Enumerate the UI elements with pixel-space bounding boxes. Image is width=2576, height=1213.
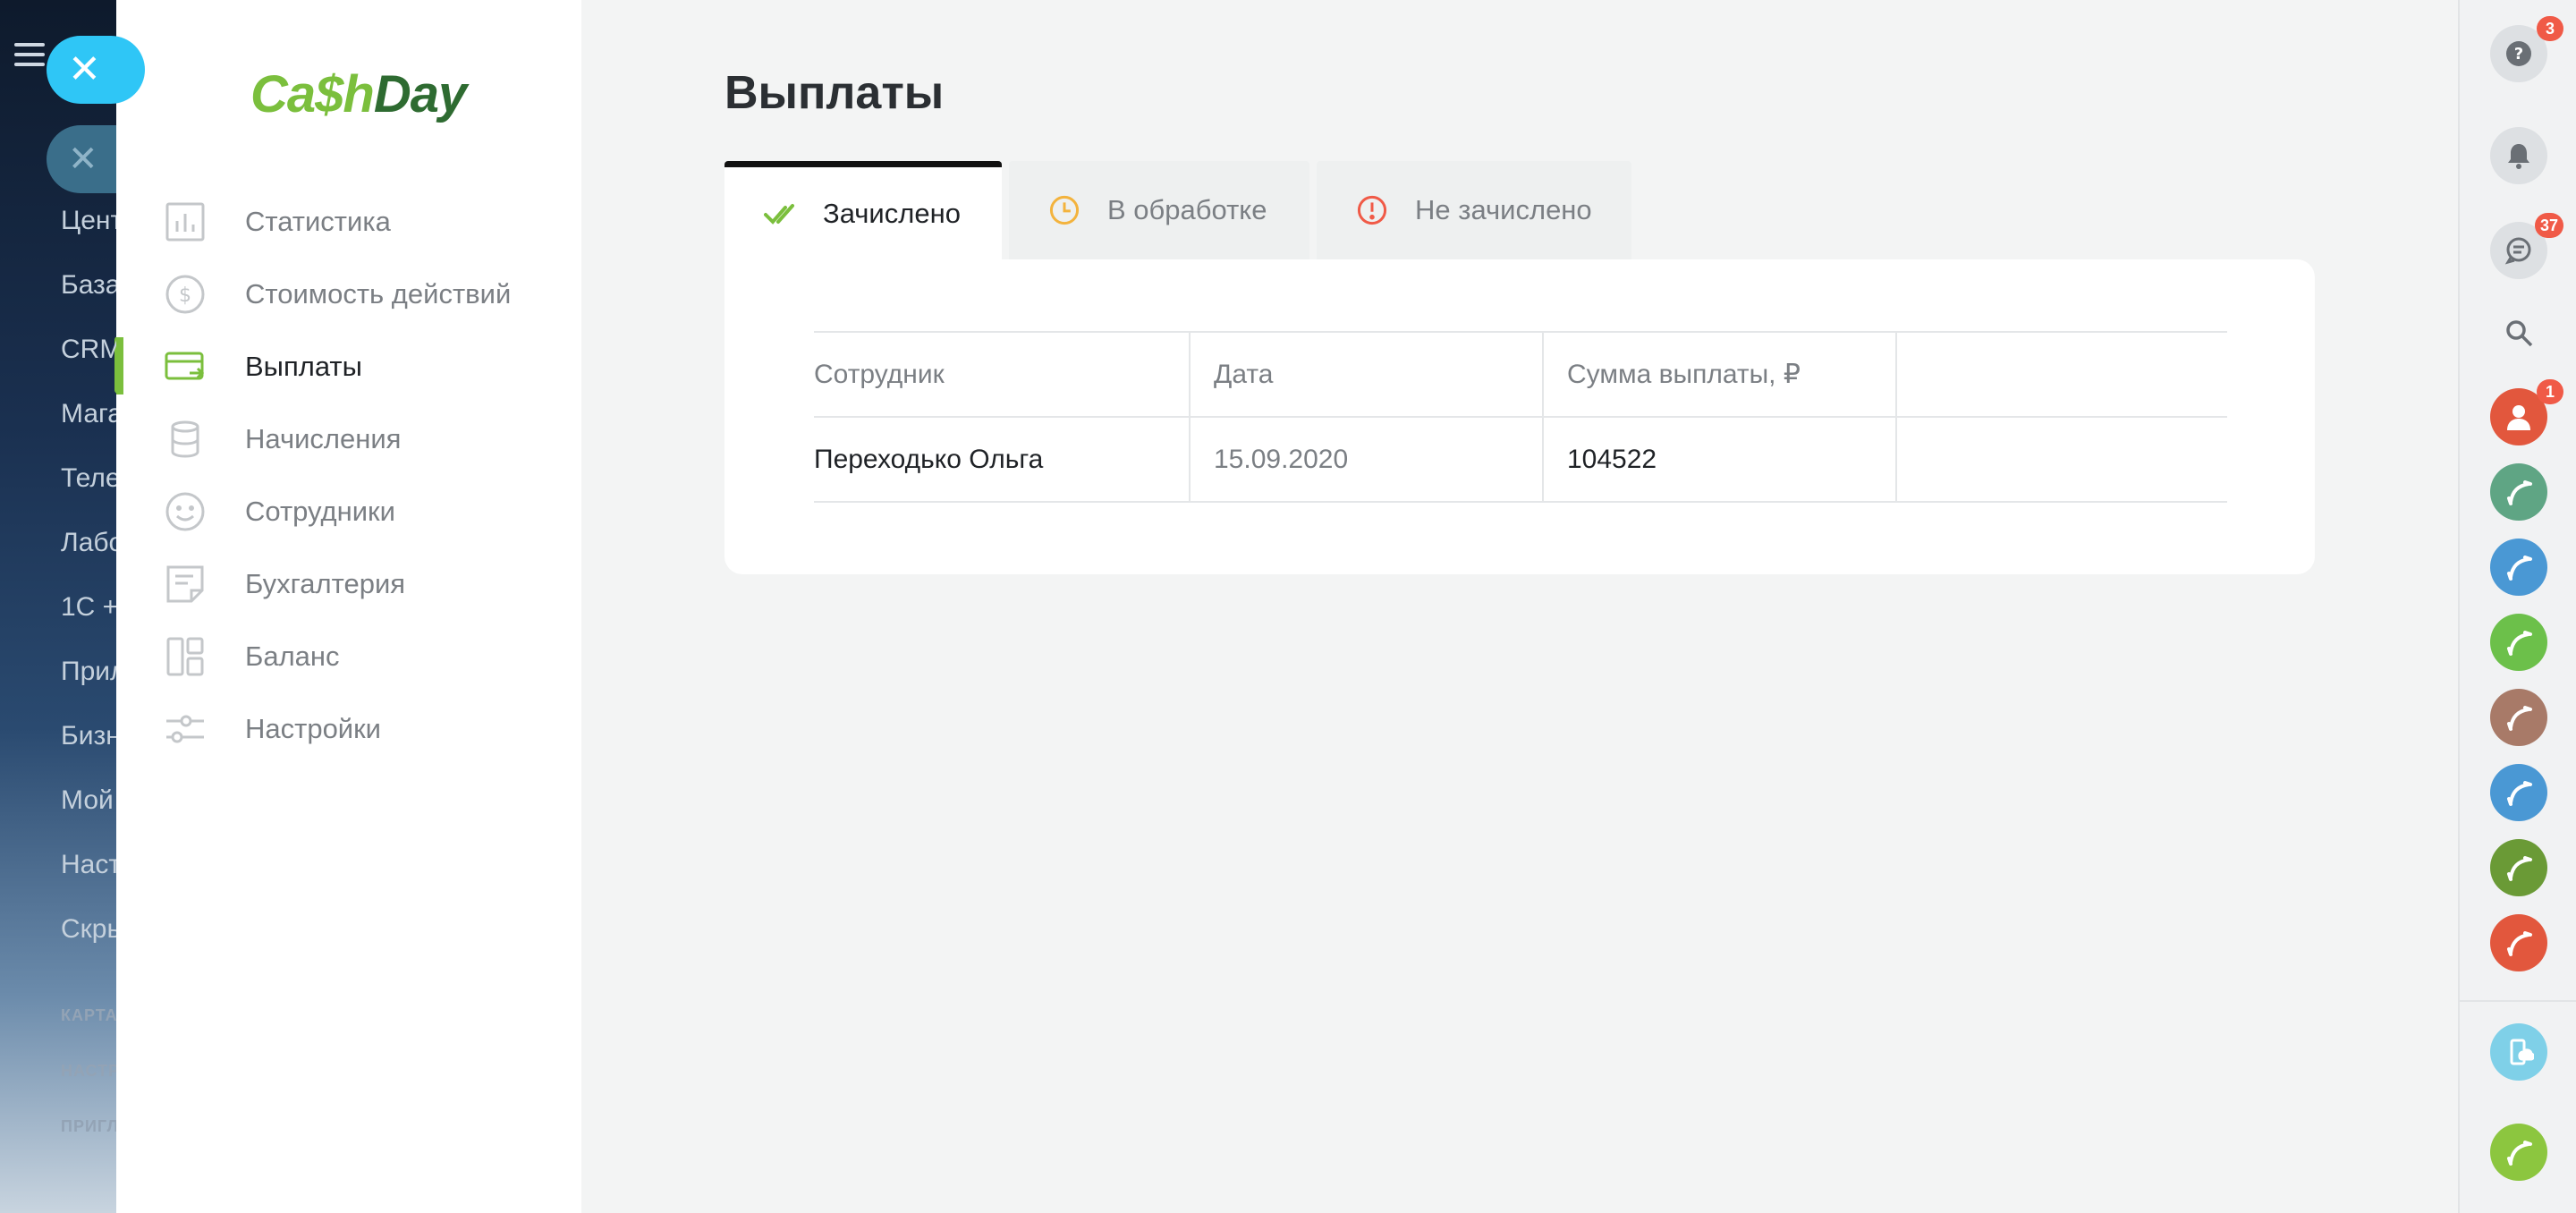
sidebar-item-label: Бухгалтерия bbox=[245, 567, 406, 599]
phone-icon bbox=[2507, 856, 2532, 881]
sidebar-item-settings[interactable]: Настройки bbox=[116, 692, 581, 765]
database-icon bbox=[165, 419, 206, 460]
alert-circle-icon bbox=[1356, 191, 1394, 229]
payouts-table: Сотрудник Дата Сумма выплаты, ₽ Переходь… bbox=[814, 331, 2227, 503]
call-contact[interactable] bbox=[2490, 463, 2547, 521]
sidebar-item-label: Стоимость действий bbox=[245, 277, 512, 310]
sidebar-item-balance[interactable]: Баланс bbox=[116, 620, 581, 692]
sidebar-item-label: Выплаты bbox=[245, 350, 362, 382]
phone-icon bbox=[2507, 556, 2532, 581]
tab-credited[interactable]: Зачислено bbox=[724, 161, 1002, 259]
contact-avatar[interactable]: 1 bbox=[2490, 379, 2563, 445]
call-contact[interactable] bbox=[2490, 914, 2547, 971]
sidebar-item-label: Баланс bbox=[245, 640, 340, 672]
call-contact[interactable] bbox=[2490, 539, 2547, 596]
layout-icon bbox=[165, 636, 206, 677]
call-button[interactable] bbox=[2490, 1124, 2547, 1181]
phone-icon bbox=[2507, 781, 2532, 806]
sidebar-item-label: Статистика bbox=[245, 205, 391, 237]
background-left-menu: ✕ Цент База CRM Мага Теле Лабо 1С + Прил… bbox=[0, 0, 125, 1213]
sidebar-item-payouts[interactable]: Выплаты bbox=[116, 330, 581, 403]
bar-chart-icon bbox=[165, 201, 206, 242]
sidebar-item-statistics[interactable]: Статистика bbox=[116, 185, 581, 258]
document-icon bbox=[165, 564, 206, 605]
sidebar-item-label: Настройки bbox=[245, 712, 382, 744]
chat-icon bbox=[2504, 237, 2531, 265]
cell-extra bbox=[1895, 416, 2227, 503]
table-row[interactable]: Переходько Ольга 15.09.2020 104522 bbox=[814, 416, 2227, 503]
phone-icon bbox=[2507, 480, 2532, 505]
payouts-card: Сотрудник Дата Сумма выплаты, ₽ Переходь… bbox=[724, 259, 2315, 574]
call-contact[interactable] bbox=[2490, 764, 2547, 821]
contact-badge: 1 bbox=[2537, 379, 2563, 404]
svg-text:$: $ bbox=[179, 284, 191, 307]
tab-label: Зачислено bbox=[823, 197, 961, 229]
background-close-icon: ✕ bbox=[68, 140, 98, 179]
cell-date: 15.09.2020 bbox=[1189, 416, 1543, 503]
mobile-sync-button[interactable] bbox=[2490, 1023, 2547, 1081]
help-button[interactable]: ? 3 bbox=[2490, 16, 2563, 82]
cashday-logo[interactable]: Ca$hDay bbox=[250, 64, 467, 124]
cell-employee: Переходько Ольга bbox=[814, 416, 1190, 503]
sidebar-menu: Статистика $ Стоимость действий Выплаты … bbox=[116, 185, 581, 765]
tab-label: В обработке bbox=[1107, 194, 1267, 225]
sliders-icon bbox=[165, 708, 206, 750]
column-amount[interactable]: Сумма выплаты, ₽ bbox=[1542, 331, 1896, 418]
sidebar-item-accruals[interactable]: Начисления bbox=[116, 403, 581, 475]
bell-icon bbox=[2508, 144, 2529, 169]
smile-icon bbox=[165, 491, 206, 532]
tab-not-credited[interactable]: Не зачислено bbox=[1317, 161, 1631, 259]
sidebar-item-accounting[interactable]: Бухгалтерия bbox=[116, 547, 581, 620]
rail-separator bbox=[2460, 1000, 2576, 1002]
phone-cloud-icon bbox=[2510, 1039, 2534, 1065]
close-icon: ✕ bbox=[68, 47, 101, 91]
cell-amount: 104522 bbox=[1542, 416, 1896, 503]
tab-processing[interactable]: В обработке bbox=[1009, 161, 1309, 259]
notifications-button[interactable] bbox=[2490, 127, 2547, 184]
sidebar-item-label: Сотрудники bbox=[245, 495, 395, 527]
sidebar-item-employees[interactable]: Сотрудники bbox=[116, 475, 581, 547]
table-header-row: Сотрудник Дата Сумма выплаты, ₽ bbox=[814, 331, 2227, 418]
sidebar-item-label: Начисления bbox=[245, 422, 402, 454]
column-extra bbox=[1895, 331, 2227, 418]
phone-icon bbox=[2507, 931, 2532, 956]
column-employee[interactable]: Сотрудник bbox=[814, 331, 1190, 418]
hamburger-menu-icon[interactable] bbox=[14, 43, 45, 66]
call-contact[interactable] bbox=[2490, 614, 2547, 671]
chats-button[interactable]: 37 bbox=[2490, 213, 2563, 279]
phone-icon bbox=[2507, 706, 2532, 731]
payout-status-tabs: Зачислено В обработке Не зачислено bbox=[724, 161, 1639, 259]
clock-icon bbox=[1048, 191, 1086, 229]
tab-label: Не зачислено bbox=[1415, 194, 1592, 225]
double-check-icon bbox=[764, 195, 801, 233]
help-icon: ? bbox=[2506, 41, 2531, 66]
right-rail: ? 3 37 1 bbox=[2458, 0, 2576, 1213]
svg-text:?: ? bbox=[2514, 45, 2523, 64]
call-contact[interactable] bbox=[2490, 839, 2547, 896]
search-button[interactable] bbox=[2490, 304, 2547, 361]
card-transfer-icon bbox=[165, 346, 206, 387]
phone-icon bbox=[2507, 631, 2532, 656]
close-slider-button[interactable]: ✕ bbox=[47, 36, 145, 104]
user-icon bbox=[2507, 405, 2530, 430]
sidebar-item-action-cost[interactable]: $ Стоимость действий bbox=[116, 258, 581, 330]
app-sidebar: Ca$hDay Статистика $ Стоимость действий … bbox=[116, 0, 581, 1213]
help-badge: 3 bbox=[2537, 16, 2563, 41]
page-title: Выплаты bbox=[724, 67, 945, 119]
dollar-circle-icon: $ bbox=[165, 274, 206, 315]
call-contact[interactable] bbox=[2490, 689, 2547, 746]
chat-badge: 37 bbox=[2534, 213, 2563, 238]
search-icon bbox=[2506, 320, 2533, 347]
main-content: Выплаты Зачислено В обработке Не зачисле… bbox=[581, 0, 2458, 1213]
phone-icon bbox=[2507, 1141, 2532, 1166]
column-date[interactable]: Дата bbox=[1189, 331, 1543, 418]
